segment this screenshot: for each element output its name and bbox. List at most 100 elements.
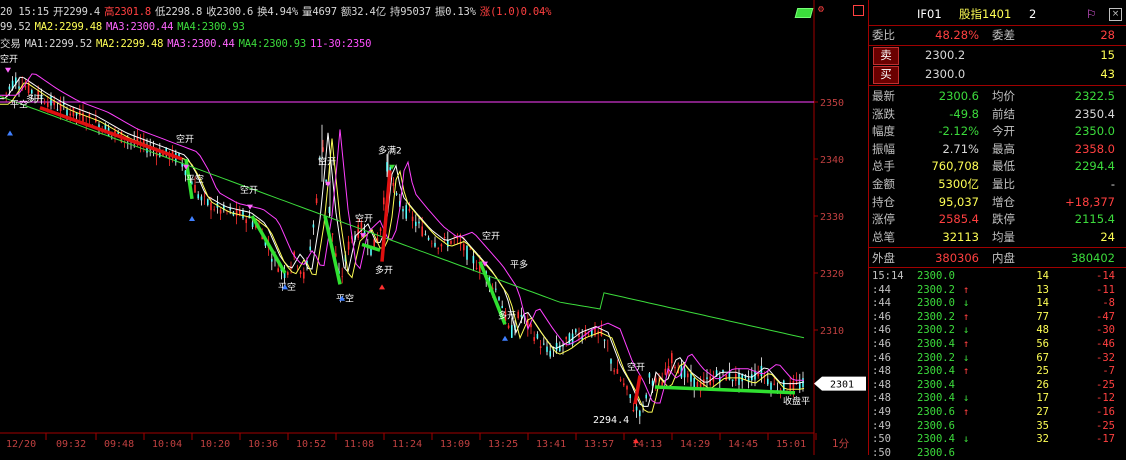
tick-price: 2300.0 — [917, 297, 955, 310]
tick-row[interactable]: :46 2300.4 ↑ 56 -46 — [869, 337, 1126, 351]
stat-label: 均价 — [992, 89, 1015, 103]
signal-label: 空开 — [355, 213, 373, 225]
tick-row[interactable]: :44 2300.0 ↓ 14 -8 — [869, 296, 1126, 310]
indicator-name: 交易 — [0, 38, 21, 50]
ma4-value-2: MA4:2300.93 — [238, 38, 307, 50]
tick-change: -25 — [1096, 378, 1115, 391]
stat-label: 涨停 — [872, 212, 895, 227]
y-tick-label: 2350 — [820, 98, 844, 109]
sell-price: 2300.2 — [925, 48, 966, 62]
tick-volume: 17 — [1036, 392, 1049, 405]
stat-label: 量比 — [992, 177, 1015, 191]
tick-time: :48 — [872, 365, 891, 378]
stat-value: 2585.4 — [938, 212, 979, 227]
symbol-name: 股指1401 — [959, 7, 1012, 21]
buy-signal-arrow — [7, 130, 13, 136]
tick-row[interactable]: :46 2300.2 ↓ 48 -30 — [869, 323, 1126, 337]
stat-label: 幅度 — [872, 124, 895, 139]
signal-label: 空开 — [318, 156, 336, 168]
bar-time: 20 15:15 — [0, 6, 49, 18]
tick-time: :44 — [872, 283, 891, 296]
ma3-value-2: MA3:2300.44 — [167, 38, 235, 50]
note-value: 11-30:2350 — [309, 38, 372, 50]
stat-label: 增仓 — [992, 194, 1015, 209]
stat-value: 2322.5 — [1074, 89, 1115, 103]
sell-label: 卖 — [873, 47, 899, 65]
tick-time: :50 — [872, 433, 891, 446]
stat-row: 最新 2300.6 均价 2322.5 — [869, 88, 1126, 105]
tick-change: -11 — [1096, 283, 1115, 296]
tick-price: 2300.0 — [917, 270, 955, 282]
stat-row: 振幅 2.71% 最高 2358.0 — [869, 141, 1126, 158]
amplitude-value: 振0.13% — [434, 6, 476, 18]
stat-value: - — [1110, 177, 1115, 191]
stat-value: 2350.0 — [1074, 124, 1115, 139]
buy-row[interactable]: 买 2300.0 43 — [869, 66, 1126, 84]
low-value: 低2298.8 — [155, 6, 203, 18]
sell-row[interactable]: 卖 2300.2 15 — [869, 47, 1126, 65]
tick-row[interactable]: :49 2300.6 ↑ 27 -16 — [869, 405, 1126, 419]
flag-icon[interactable]: ⚐ — [1086, 6, 1096, 23]
tick-change: -17 — [1096, 433, 1115, 446]
tick-direction-icon: ↓ — [963, 392, 970, 405]
stat-value: 95,037 — [938, 194, 979, 209]
tick-row[interactable]: :44 2300.2 ↑ 13 -11 — [869, 283, 1126, 297]
x-tick-label: 10:36 — [248, 439, 278, 450]
signal-label: 空开 — [482, 230, 500, 242]
stat-label: 持仓 — [872, 194, 895, 209]
x-tick-label: 14:45 — [728, 439, 758, 450]
tick-change: -16 — [1096, 406, 1115, 418]
tick-row[interactable]: :50 2300.4 ↓ 32 -17 — [869, 432, 1126, 446]
amount-value: 额32.4亿 — [340, 6, 386, 18]
tick-price: 2300.2 — [917, 351, 955, 364]
battery-icon[interactable] — [794, 8, 814, 18]
ma-a-value: 99.52 — [0, 21, 31, 33]
tick-row[interactable]: :46 2300.2 ↑ 77 -47 — [869, 310, 1126, 324]
signal-label: 空开 — [240, 184, 258, 196]
tick-row[interactable]: :48 2300.4 ↑ 25 -7 — [869, 364, 1126, 378]
tick-price: 2300.4 — [917, 338, 955, 350]
signal-label: 收盘平 — [783, 395, 810, 407]
tick-row[interactable]: :49 2300.6 35 -25 — [869, 419, 1126, 433]
x-tick-label: 10:52 — [296, 439, 326, 450]
volume-value: 量4697 — [302, 6, 337, 18]
tick-change: -12 — [1096, 392, 1115, 405]
ma1-value: MA1:2299.52 — [24, 38, 93, 50]
tick-volume: 14 — [1036, 270, 1049, 282]
tick-price: 2300.2 — [917, 310, 955, 323]
x-tick-label: 11:24 — [392, 439, 422, 450]
ma2-value-2: MA2:2299.48 — [95, 38, 164, 50]
signal-label: 平空 — [186, 173, 204, 185]
stat-value: 2358.0 — [1074, 141, 1115, 156]
tick-price: 2300.4 — [917, 365, 955, 378]
tick-direction-icon: ↑ — [963, 310, 970, 323]
tick-price: 2300.6 — [917, 446, 955, 459]
stat-row: 幅度 -2.12% 今开 2350.0 — [869, 123, 1126, 140]
weibi-value: 48.28% — [935, 28, 979, 42]
stat-label: 总笔 — [872, 229, 895, 244]
tick-row[interactable]: 15:14 2300.0 14 -14 — [869, 269, 1126, 283]
tick-change: -7 — [1102, 365, 1115, 378]
kline-chart-area[interactable]: 2350 2340 2330 2320 2310 2301 12/20 09:32 09:48 1… — [0, 0, 868, 455]
stat-row: 涨跌 -49.8 前结 2350.4 — [869, 106, 1126, 123]
change-value: 涨(1.0)0.04% — [479, 6, 552, 18]
kline-chart[interactable]: 2350 2340 2330 2320 2310 2301 12/20 09:32 09:48 1… — [0, 0, 868, 455]
settings-icon[interactable]: ⚙ — [818, 5, 828, 15]
tick-row[interactable]: :48 2300.4 ↓ 17 -12 — [869, 391, 1126, 405]
weicha-value: 28 — [1100, 28, 1115, 42]
maximize-icon[interactable] — [853, 5, 864, 16]
stat-value: 5300亿 — [938, 177, 979, 191]
y-tick-label: 2340 — [820, 155, 844, 166]
tick-row[interactable]: :50 2300.6 — [869, 446, 1126, 460]
tick-row[interactable]: :46 2300.2 ↓ 67 -32 — [869, 351, 1126, 365]
ma4-value: MA4:2300.93 — [177, 21, 245, 33]
tick-volume: 32 — [1036, 433, 1049, 446]
close-panel-icon[interactable]: × — [1109, 8, 1122, 21]
stat-value: +18,377 — [1065, 194, 1115, 209]
tick-time: :46 — [872, 310, 891, 323]
tick-direction-icon: ↓ — [963, 351, 970, 364]
tick-change: -8 — [1102, 297, 1115, 310]
tick-time: :48 — [872, 392, 891, 405]
tick-row[interactable]: :48 2300.4 26 -25 — [869, 378, 1126, 392]
signal-label: 多开 — [375, 264, 393, 276]
